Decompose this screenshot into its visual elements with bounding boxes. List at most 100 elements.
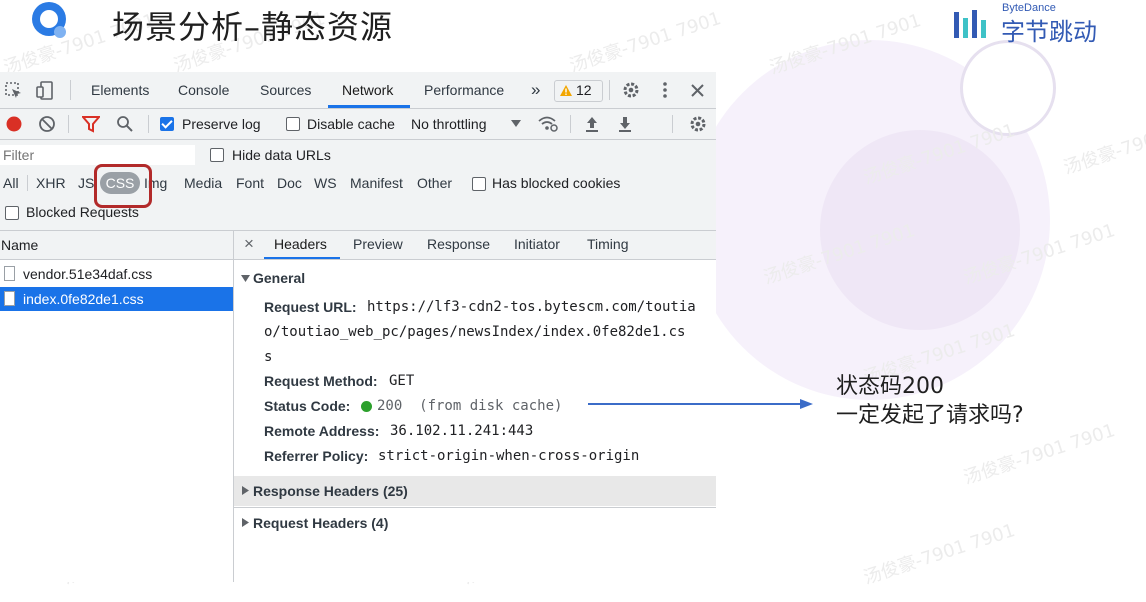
filter-icon[interactable]	[82, 116, 100, 133]
css-file-icon	[4, 291, 15, 306]
filter-input[interactable]	[0, 145, 195, 165]
disable-cache-label: Disable cache	[307, 116, 395, 132]
divider	[570, 115, 571, 133]
status-code-label: Status Code:	[264, 398, 351, 414]
divider	[672, 115, 673, 133]
export-har-icon[interactable]	[617, 115, 633, 133]
search-icon[interactable]	[116, 115, 134, 133]
request-headers-section[interactable]: Request Headers (4)	[234, 507, 716, 538]
slide-title: 场景分析–静态资源	[112, 8, 394, 46]
disable-cache-checkbox[interactable]	[286, 117, 300, 131]
request-url-value: https://lf3-cdn2-tos.bytescm.com/toutia	[367, 299, 696, 315]
detail-tabbar: × Headers Preview Response Initiator Tim…	[234, 231, 716, 260]
tab-preview[interactable]: Preview	[353, 236, 403, 252]
bytedance-logo-icon	[954, 10, 986, 38]
clear-icon[interactable]	[38, 115, 56, 133]
divider	[148, 115, 149, 133]
general-section-title[interactable]: General	[253, 270, 305, 286]
request-method-value: GET	[389, 373, 415, 389]
has-blocked-cookies-checkbox[interactable]	[472, 177, 486, 191]
preserve-log-label: Preserve log	[182, 116, 261, 132]
tab-network[interactable]: Network	[342, 82, 393, 98]
devtools-panel: Elements Console Sources Network Perform…	[0, 72, 716, 582]
chevron-down-icon[interactable]	[511, 120, 521, 128]
type-filter-ws[interactable]: WS	[314, 175, 337, 191]
record-icon[interactable]	[5, 115, 23, 133]
preserve-log-checkbox[interactable]	[160, 117, 174, 131]
devtools-tabbar: Elements Console Sources Network Perform…	[0, 72, 716, 109]
warnings-badge[interactable]: 12	[554, 80, 603, 102]
request-list-header: Name	[0, 231, 233, 260]
settings-gear-icon[interactable]	[622, 81, 640, 99]
collapsed-triangle-icon	[242, 486, 249, 495]
type-filter-manifest[interactable]: Manifest	[350, 175, 403, 191]
remote-address-value: 36.102.11.241:443	[390, 423, 534, 439]
request-name: vendor.51e34daf.css	[23, 266, 153, 282]
tab-performance[interactable]: Performance	[424, 82, 504, 98]
tab-response[interactable]: Response	[427, 236, 490, 252]
network-settings-gear-icon[interactable]	[689, 115, 707, 133]
collapsed-triangle-icon	[242, 518, 249, 527]
warning-icon	[560, 85, 572, 96]
inspect-element-icon[interactable]	[5, 82, 23, 100]
annotation-text: 状态码200 一定发起了请求吗?	[836, 372, 1024, 430]
request-row-selected[interactable]: index.0fe82de1.css	[0, 287, 233, 311]
device-toolbar-icon[interactable]	[36, 81, 56, 101]
divider	[68, 115, 69, 133]
type-filter-doc[interactable]: Doc	[277, 175, 302, 191]
brand-name-cn: 字节跳动	[1001, 18, 1097, 46]
referrer-policy-value: strict-origin-when-cross-origin	[378, 448, 640, 464]
tab-timing[interactable]: Timing	[587, 236, 629, 252]
divider	[609, 80, 610, 100]
hide-data-urls-checkbox[interactable]	[210, 148, 224, 162]
more-options-icon[interactable]	[660, 81, 670, 99]
blocked-requests-checkbox[interactable]	[5, 206, 19, 220]
request-method-label: Request Method:	[264, 373, 378, 389]
request-url-label: Request URL:	[264, 299, 357, 315]
expanded-triangle-icon[interactable]	[241, 275, 250, 283]
status-dot	[361, 401, 372, 412]
type-filter-all[interactable]: All	[3, 175, 19, 191]
warning-count: 12	[576, 82, 592, 98]
tab-sources[interactable]: Sources	[260, 82, 311, 98]
close-devtools-icon[interactable]	[691, 84, 704, 97]
tab-console[interactable]: Console	[178, 82, 229, 98]
more-tabs-button[interactable]: »	[531, 80, 540, 100]
tab-elements[interactable]: Elements	[91, 82, 149, 98]
type-filter-font[interactable]: Font	[236, 175, 264, 191]
status-code-value: 200 (from disk cache)	[377, 398, 563, 414]
referrer-policy-label: Referrer Policy:	[264, 448, 369, 464]
column-header-name[interactable]: Name	[1, 237, 38, 253]
divider	[70, 80, 71, 100]
hide-data-urls-label: Hide data URLs	[232, 147, 331, 163]
response-headers-section[interactable]: Response Headers (25)	[234, 476, 716, 506]
close-detail-button[interactable]: ×	[244, 234, 254, 254]
network-conditions-icon[interactable]	[537, 115, 559, 133]
course-logo-icon	[32, 2, 66, 38]
highlight-box	[94, 164, 152, 208]
response-headers-title: Response Headers (25)	[253, 483, 408, 499]
annotation-line: 状态码200	[836, 374, 944, 399]
request-list: Name vendor.51e34daf.css index.0fe82de1.…	[0, 231, 234, 582]
annotation-arrow	[588, 399, 813, 409]
import-har-icon[interactable]	[584, 115, 600, 133]
active-tab-indicator	[328, 105, 410, 108]
divider	[27, 175, 28, 191]
annotation-line: 一定发起了请求吗?	[836, 403, 1024, 428]
active-detail-tab-indicator	[264, 257, 340, 259]
type-filter-other[interactable]: Other	[417, 175, 452, 191]
throttling-select[interactable]: No throttling	[411, 116, 486, 132]
request-url-value-cont: s	[264, 349, 273, 365]
request-row[interactable]: vendor.51e34daf.css	[0, 262, 233, 286]
type-filter-media[interactable]: Media	[184, 175, 222, 191]
type-filter-xhr[interactable]: XHR	[36, 175, 66, 191]
type-filter-js[interactable]: JS	[78, 175, 94, 191]
request-url-value-cont: o/toutiao_web_pc/pages/newsIndex/index.0…	[264, 324, 686, 340]
tab-headers[interactable]: Headers	[274, 236, 327, 252]
css-file-icon	[4, 266, 15, 281]
tab-initiator[interactable]: Initiator	[514, 236, 560, 252]
request-name: index.0fe82de1.css	[23, 291, 144, 307]
request-headers-title: Request Headers (4)	[253, 515, 389, 531]
network-toolbar: Preserve log Disable cache No throttling	[0, 109, 716, 140]
remote-address-label: Remote Address:	[264, 423, 380, 439]
